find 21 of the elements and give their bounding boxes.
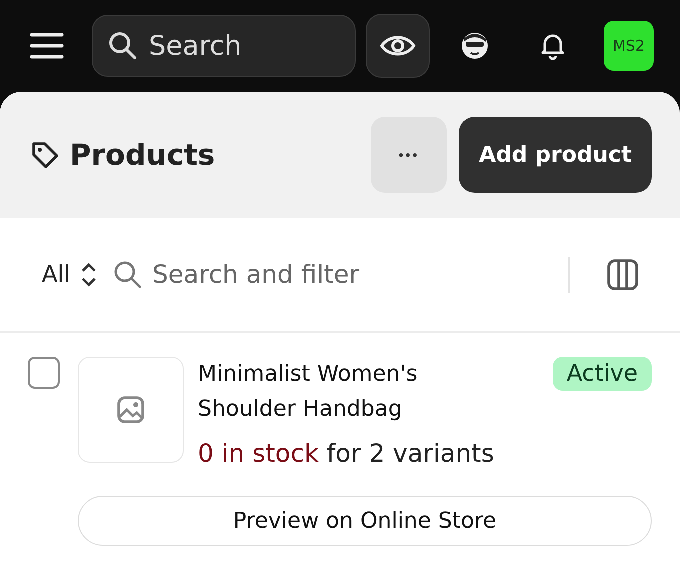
tag-icon bbox=[30, 140, 60, 170]
bell-icon[interactable] bbox=[540, 32, 566, 60]
filter-search-field[interactable]: Search and filter bbox=[150, 259, 485, 290]
product-name[interactable]: Minimalist Women's Shoulder Handbag bbox=[198, 357, 498, 427]
image-icon bbox=[116, 395, 146, 425]
menu-icon[interactable] bbox=[30, 32, 64, 60]
stock-summary: 0 in stock for 2 variants bbox=[198, 439, 496, 468]
status-badge: Active bbox=[552, 357, 652, 391]
more-actions-button[interactable]: ••• bbox=[371, 117, 448, 193]
add-product-button[interactable]: Add product bbox=[459, 117, 652, 193]
view-selector[interactable]: All bbox=[42, 260, 99, 290]
columns-icon[interactable] bbox=[606, 258, 640, 292]
avatar[interactable]: MS2 bbox=[604, 21, 654, 71]
search-field[interactable]: Search bbox=[92, 15, 356, 77]
page-title: Products bbox=[70, 138, 216, 172]
checkbox[interactable] bbox=[28, 357, 60, 389]
search-icon bbox=[108, 31, 138, 61]
face-icon[interactable] bbox=[460, 31, 490, 61]
preview-button[interactable] bbox=[366, 14, 430, 78]
search-icon bbox=[112, 260, 143, 290]
preview-store-button[interactable]: Preview on Online Store bbox=[78, 496, 652, 546]
